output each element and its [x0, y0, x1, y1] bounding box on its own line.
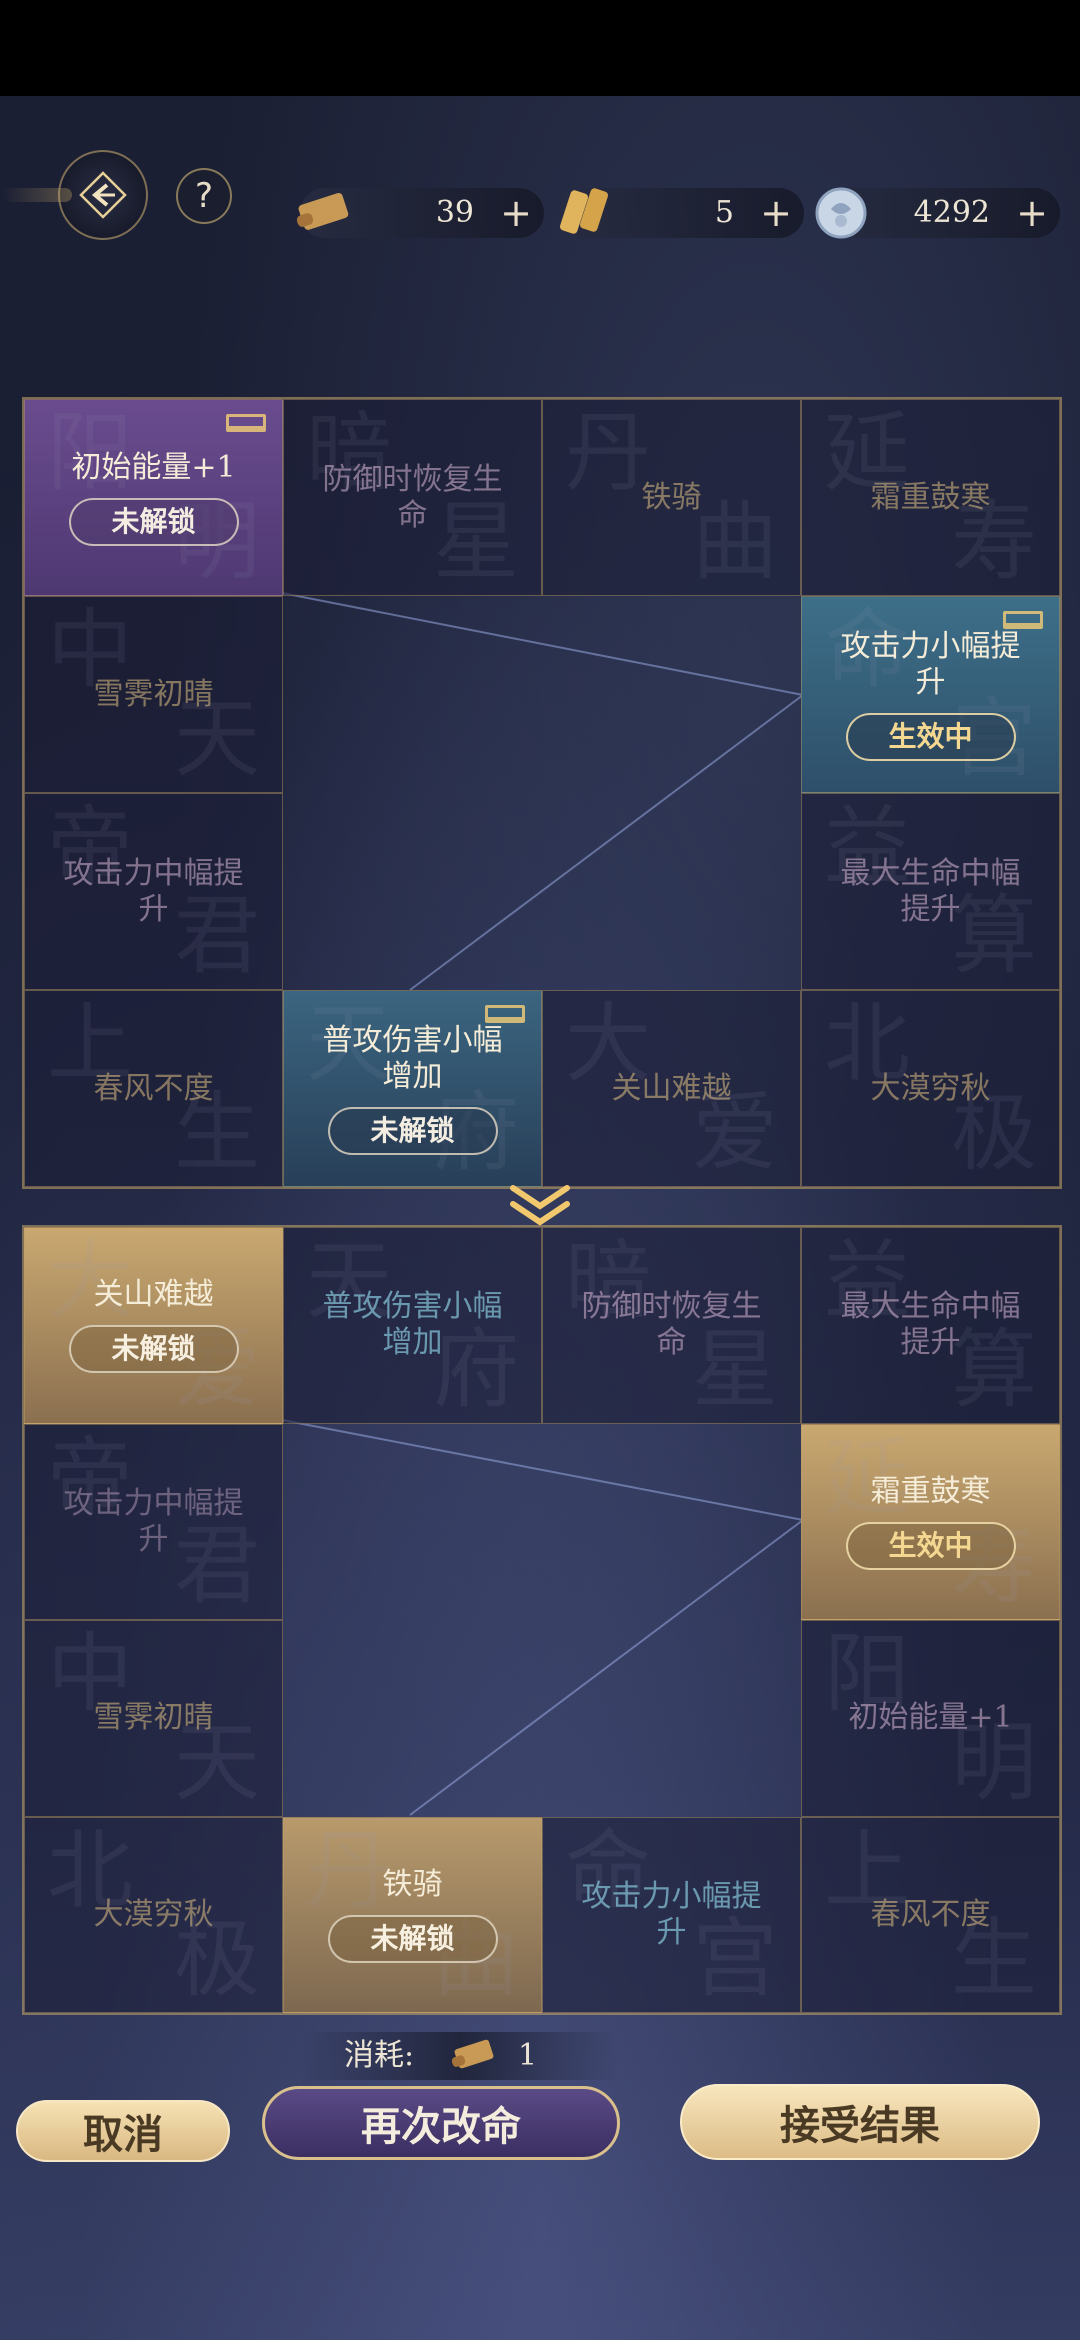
grid1-center-panel [283, 596, 801, 990]
cost-amount: 1 [518, 2038, 538, 2073]
cell-label: 春风不度 [870, 1896, 991, 1932]
locked-badge: 未解锁 [68, 1325, 239, 1374]
grid2-center-panel [283, 1424, 801, 1817]
grid2-cell-r4c1[interactable]: 北 极 大漠穷秋 [24, 1816, 283, 2013]
cell-label: 普攻伤害小幅增加 [322, 1289, 503, 1361]
cancel-button[interactable]: 取消 [16, 2100, 230, 2162]
accept-result-button[interactable]: 接受结果 [680, 2084, 1040, 2160]
grid2-cell-r3c4[interactable]: 阳 明 初始能量+1 [801, 1620, 1060, 1817]
active-badge: 生效中 [845, 1521, 1016, 1570]
cell-label: 攻击力小幅提升 [581, 1878, 762, 1950]
cell-label: 攻击力中幅提升 [63, 1485, 244, 1557]
cell-label: 大漠穷秋 [93, 1896, 214, 1932]
grid2-cell-r4c2[interactable]: 丹 曲 铁骑 未解锁 [283, 1816, 542, 2013]
resource-jade-coin: 4292 + [815, 187, 1060, 239]
cell-label: 防御时恢复生命 [581, 1289, 762, 1361]
cell-label: 铁骑 [641, 479, 702, 515]
grid2-cell-r1c4[interactable]: 益 算 最大生命中幅提升 [801, 1227, 1060, 1424]
cell-label: 攻击力小幅提升 [840, 628, 1021, 700]
locked-badge: 未解锁 [68, 497, 239, 546]
tag-icon [226, 414, 266, 432]
grid1-cell-r1c4[interactable]: 延 寿 霜重鼓寒 [801, 399, 1060, 596]
cell-label: 春风不度 [93, 1070, 214, 1106]
cell-label: 关山难越 [611, 1070, 732, 1106]
grid1-cell-r1c3[interactable]: 丹 曲 铁骑 [542, 399, 801, 596]
resource-scroll: 39 + [296, 188, 544, 238]
grid2-cell-r4c3[interactable]: 命 宫 攻击力小幅提升 [542, 1816, 801, 2013]
help-button[interactable]: ? [176, 168, 232, 224]
cost-label: 消耗: [344, 2038, 415, 2073]
tablet-count: 5 [714, 195, 734, 230]
locked-badge: 未解锁 [327, 1914, 498, 1963]
grid1-cell-r4c1[interactable]: 上 生 春风不度 [24, 990, 283, 1187]
cell-label: 防御时恢复生命 [322, 461, 503, 533]
cell-label: 最大生命中幅提升 [840, 855, 1021, 927]
add-scroll-button[interactable]: + [500, 188, 532, 238]
back-button[interactable] [2, 150, 148, 240]
cell-label: 霜重鼓寒 [870, 479, 991, 515]
tag-icon [485, 1005, 525, 1023]
jade-coin-icon [808, 180, 874, 246]
grid1-cell-r4c2[interactable]: 天 府 普攻伤害小幅增加 未解锁 [283, 990, 542, 1187]
cell-label: 霜重鼓寒 [870, 1473, 991, 1509]
scroll-icon [451, 2039, 494, 2069]
locked-badge: 未解锁 [327, 1106, 498, 1155]
scroll-icon [292, 180, 358, 246]
grid2-cell-r1c2[interactable]: 天 府 普攻伤害小幅增加 [283, 1227, 542, 1424]
cell-label: 初始能量+1 [71, 449, 236, 485]
cell-label: 普攻伤害小幅增加 [322, 1022, 503, 1094]
grid2-cell-r3c1[interactable]: 中 天 雪霁初晴 [24, 1620, 283, 1817]
grid2-cell-r1c1[interactable]: 大 爱 关山难越 未解锁 [24, 1227, 283, 1424]
grid2-cell-r2c4[interactable]: 延 寿 霜重鼓寒 生效中 [801, 1423, 1060, 1620]
active-badge: 生效中 [845, 712, 1016, 761]
cost-display: 消耗: 1 [300, 2032, 620, 2080]
fate-grid-current: 阳 明 初始能量+1 未解锁 暗 星 防御时恢复生命 丹 曲 铁骑 延 寿 霜重… [22, 397, 1062, 1189]
cell-label: 雪霁初晴 [93, 676, 214, 712]
grid2-cell-r4c4[interactable]: 上 生 春风不度 [801, 1816, 1060, 2013]
jade-coin-count: 4292 [913, 195, 990, 230]
back-arrow-icon [79, 171, 127, 219]
cell-label: 关山难越 [93, 1277, 214, 1313]
grid1-cell-r3c4[interactable]: 益 算 最大生命中幅提升 [801, 793, 1060, 990]
cell-label: 大漠穷秋 [870, 1070, 991, 1106]
cell-label: 雪霁初晴 [93, 1700, 214, 1736]
tag-icon [1003, 611, 1043, 629]
grid1-cell-r1c1[interactable]: 阳 明 初始能量+1 未解锁 [24, 399, 283, 596]
add-jade-coin-button[interactable]: + [1016, 188, 1048, 238]
grid1-cell-r2c1[interactable]: 中 天 雪霁初晴 [24, 596, 283, 793]
grid1-cell-r4c3[interactable]: 大 爱 关山难越 [542, 990, 801, 1187]
double-chevron-down-icon [510, 1185, 570, 1226]
grid1-cell-r3c1[interactable]: 帝 君 攻击力中幅提升 [24, 793, 283, 990]
cell-label: 铁骑 [382, 1866, 443, 1902]
grid2-cell-r1c3[interactable]: 暗 星 防御时恢复生命 [542, 1227, 801, 1424]
cell-label: 最大生命中幅提升 [840, 1289, 1021, 1361]
add-tablet-button[interactable]: + [760, 188, 792, 238]
cell-label: 初始能量+1 [848, 1700, 1013, 1736]
grid1-cell-r2c4[interactable]: 命 宫 攻击力小幅提升 生效中 [801, 596, 1060, 793]
scroll-count: 39 [435, 195, 474, 230]
reroll-fate-button[interactable]: 再次改命 [262, 2086, 620, 2160]
grid2-cell-r2c1[interactable]: 帝 君 攻击力中幅提升 [24, 1423, 283, 1620]
fate-grid-result: 大 爱 关山难越 未解锁 天 府 普攻伤害小幅增加 暗 星 防御时恢复生命 益 … [22, 1225, 1062, 2015]
tablet-icon [552, 180, 618, 246]
grid1-cell-r4c4[interactable]: 北 极 大漠穷秋 [801, 990, 1060, 1187]
cell-label: 攻击力中幅提升 [63, 855, 244, 927]
resource-tablet: 5 + [559, 188, 804, 238]
grid1-cell-r1c2[interactable]: 暗 星 防御时恢复生命 [283, 399, 542, 596]
